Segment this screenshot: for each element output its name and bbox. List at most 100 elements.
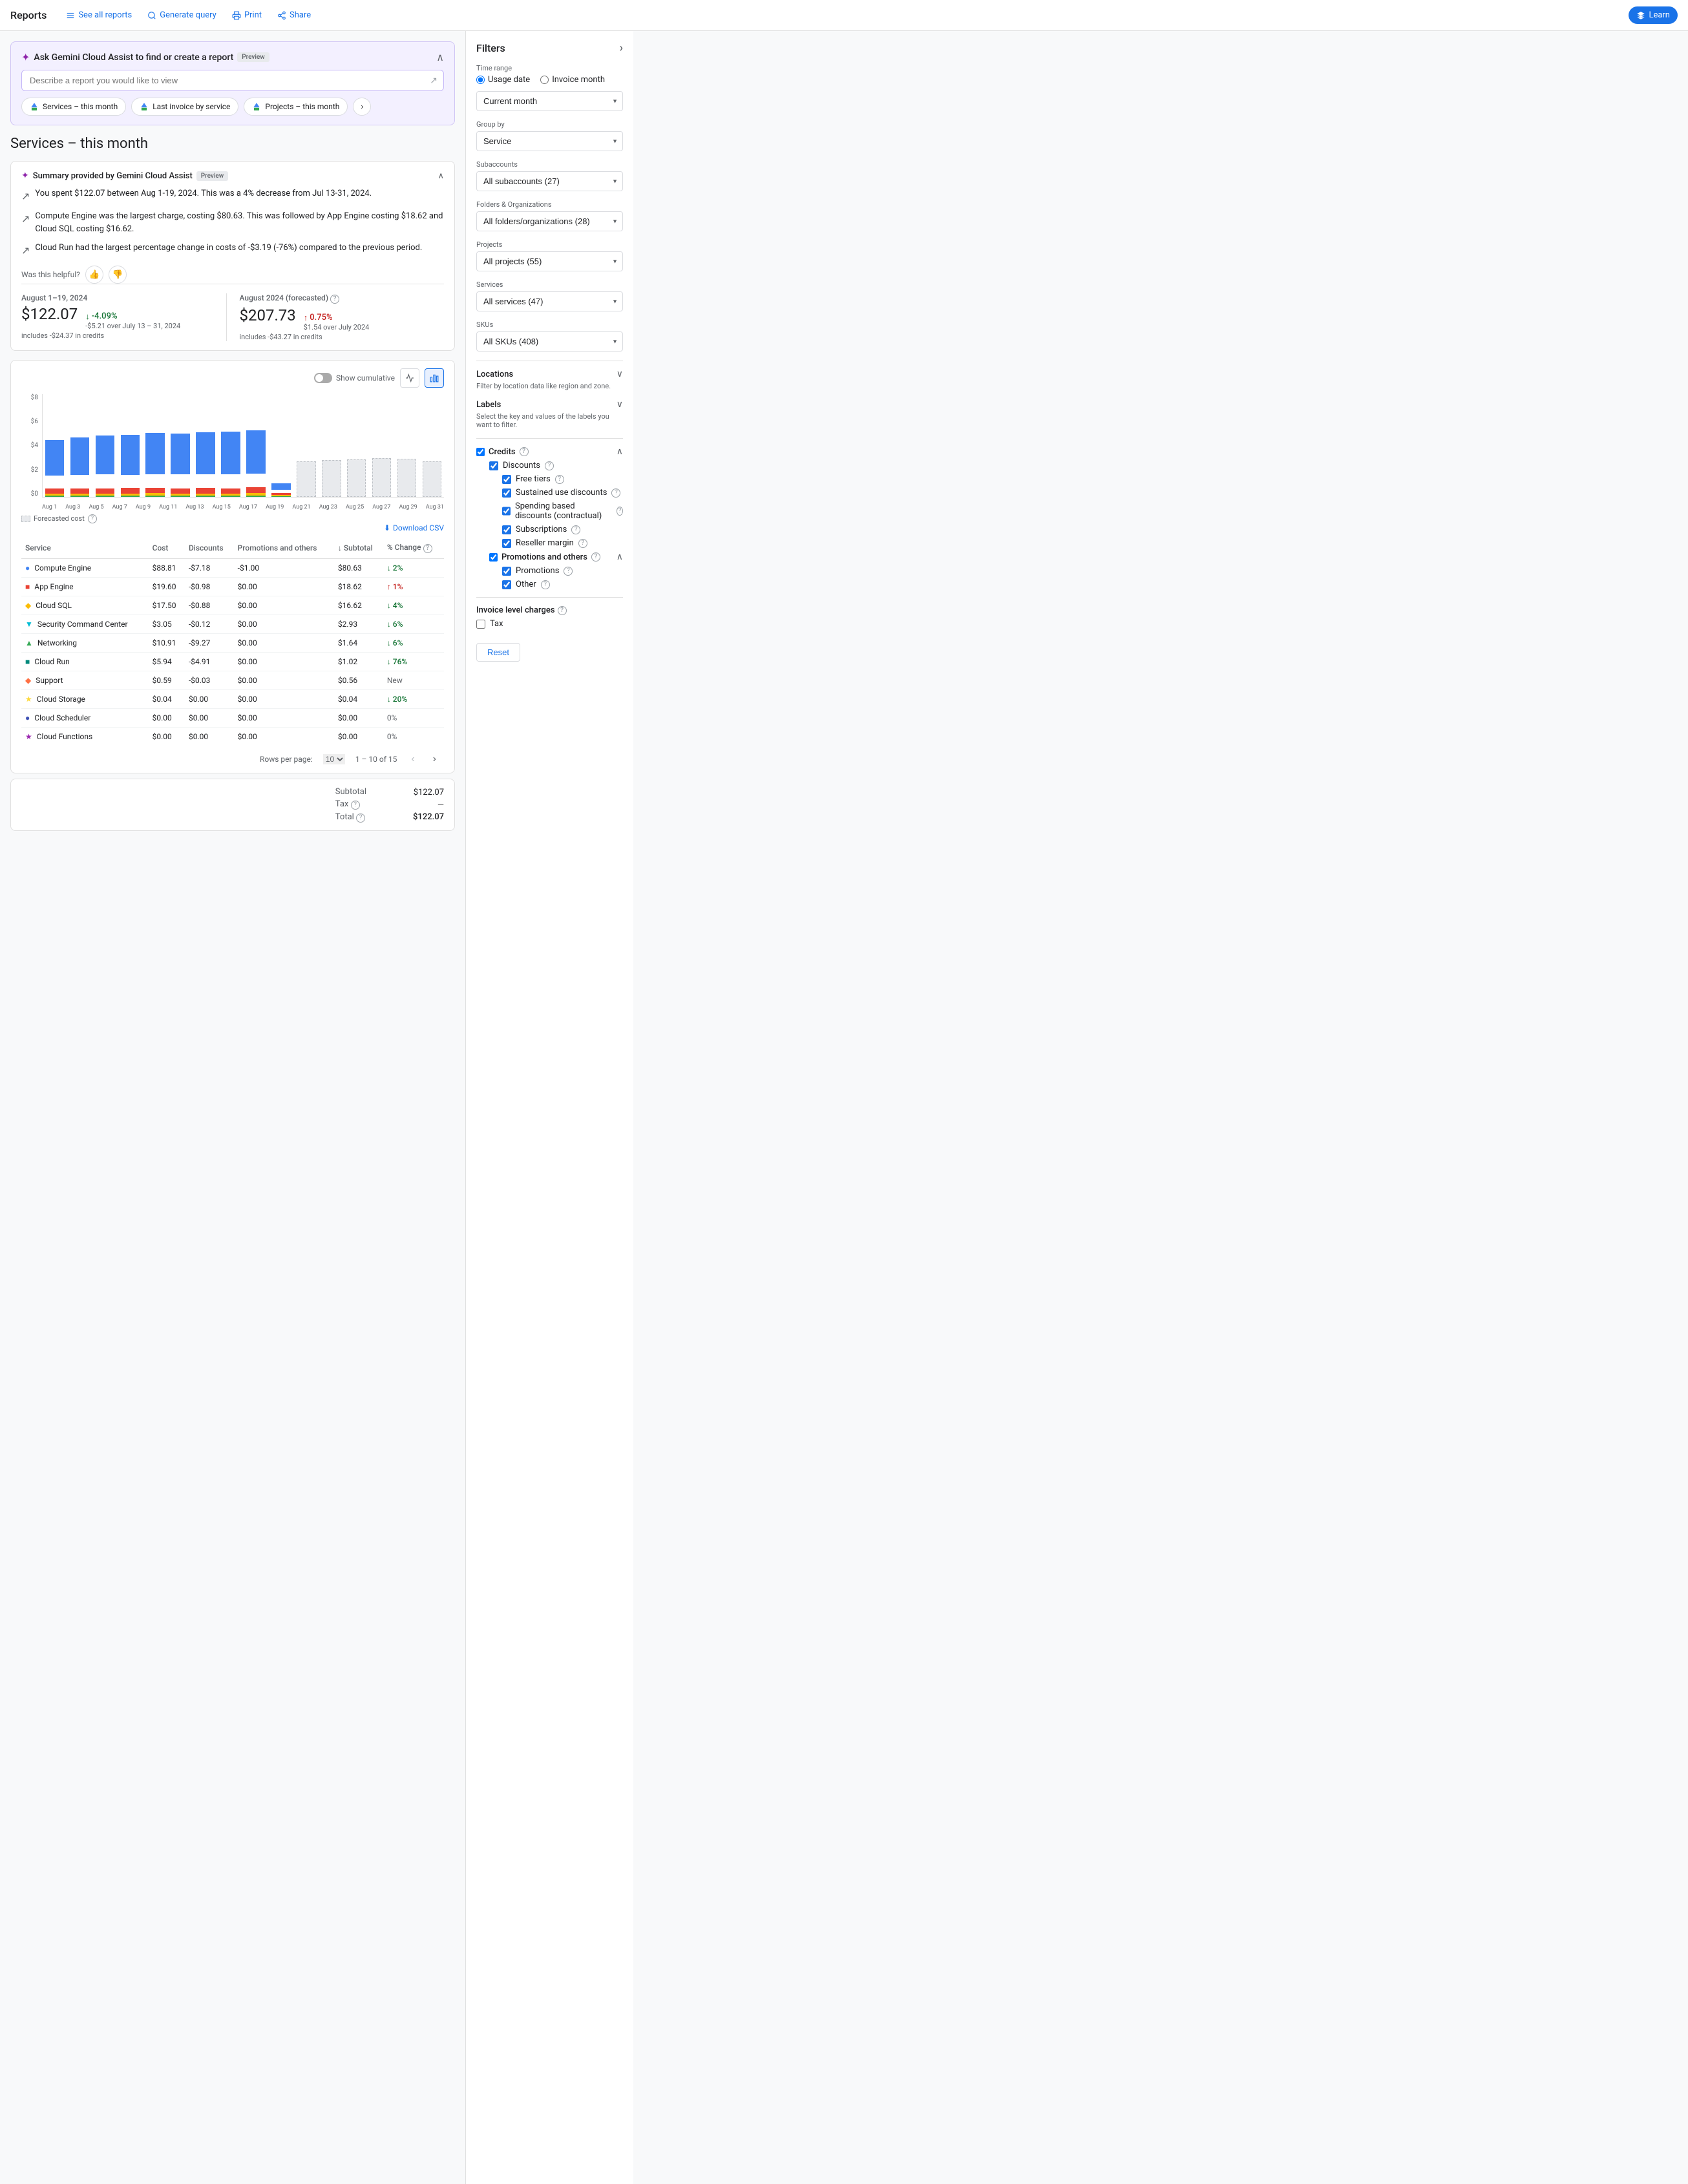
subscriptions-help[interactable]: ? <box>571 525 580 534</box>
promotions-label: Promotions <box>516 566 559 576</box>
thumbs-down-button[interactable]: 👎 <box>109 266 127 284</box>
th-subtotal[interactable]: ↓ Subtotal <box>334 538 383 559</box>
bar-segment-orange-4 <box>145 488 165 493</box>
reseller-help[interactable]: ? <box>578 539 587 548</box>
total-help-icon[interactable]: ? <box>356 814 365 823</box>
other-help[interactable]: ? <box>541 580 550 589</box>
reseller-checkbox[interactable] <box>502 539 511 548</box>
td-subtotal: $0.04 <box>334 689 383 708</box>
reset-button[interactable]: Reset <box>476 643 520 662</box>
quick-tab-invoice[interactable]: Last invoice by service <box>131 98 238 116</box>
credits-header[interactable]: Credits ? ∧ <box>476 446 623 457</box>
tax-help-icon[interactable]: ? <box>351 801 360 810</box>
services-select[interactable]: All services (47) <box>476 291 623 311</box>
td-subtotal: $2.93 <box>334 614 383 633</box>
spending-help[interactable]: ? <box>617 507 623 516</box>
projects-label: Projects <box>476 240 623 249</box>
change-help-icon[interactable]: ? <box>423 544 432 553</box>
bar-group-3 <box>118 394 142 497</box>
generate-query-link[interactable]: Generate query <box>141 6 223 24</box>
share-label: Share <box>290 10 311 20</box>
current-month-select[interactable]: Current month <box>476 91 623 111</box>
locations-header[interactable]: Locations ∨ <box>476 369 623 379</box>
sustained-checkbox[interactable] <box>502 488 511 498</box>
sustained-label: Sustained use discounts <box>516 488 607 498</box>
subaccounts-select[interactable]: All subaccounts (27) <box>476 171 623 191</box>
td-service: ★ Cloud Storage <box>21 689 149 708</box>
tax-checkbox[interactable] <box>476 620 485 629</box>
bar-chart-area <box>42 394 444 498</box>
spending-row: Spending based discounts (contractual) ? <box>502 501 623 521</box>
bar-group-6 <box>194 394 218 497</box>
promotions-others-checkbox[interactable] <box>489 553 498 562</box>
forecasted-help-icon[interactable]: ? <box>330 295 339 304</box>
discounts-help-icon[interactable]: ? <box>545 461 554 470</box>
summary-row-2: ↗ Compute Engine was the largest charge,… <box>21 210 444 237</box>
thumbs-up-button[interactable]: 👍 <box>85 266 103 284</box>
credits-checkbox[interactable] <box>476 448 485 456</box>
service-name: Networking <box>37 638 77 647</box>
gemini-input[interactable] <box>21 70 444 91</box>
locations-expand-icon: ∨ <box>617 369 623 379</box>
invoice-month-radio[interactable]: Invoice month <box>540 75 605 85</box>
promotions-others-help[interactable]: ? <box>591 552 600 562</box>
service-name: Support <box>36 676 63 685</box>
spending-checkbox[interactable] <box>502 507 511 516</box>
table-row: ▲ Networking $10.91 -$9.27 $0.00 $1.64 ↓… <box>21 633 444 652</box>
share-link[interactable]: Share <box>271 6 317 24</box>
credits-label-row: Credits ? <box>476 447 529 457</box>
change-val: ↓ 6% <box>387 620 403 629</box>
summary-collapse-icon[interactable]: ∧ <box>438 171 444 181</box>
folders-select[interactable]: All folders/organizations (28) <box>476 211 623 231</box>
skus-select[interactable]: All SKUs (408) <box>476 331 623 352</box>
promotions-others-header[interactable]: Promotions and others ? ∧ <box>489 552 623 562</box>
promotions-help[interactable]: ? <box>564 567 573 576</box>
quick-tab-services-label: Services – this month <box>43 102 118 111</box>
quick-tab-projects[interactable]: Projects – this month <box>244 98 348 116</box>
credits-help-icon[interactable]: ? <box>520 447 529 456</box>
bar-segment-orange-2 <box>96 488 115 494</box>
discounts-checkbox[interactable] <box>489 461 498 470</box>
td-change: ↓ 76% <box>383 652 444 671</box>
metric-current-subtitle: includes -$24.37 in credits <box>21 331 216 340</box>
projects-select[interactable]: All projects (55) <box>476 251 623 271</box>
invoice-charges-label-row: Invoice level charges ? <box>476 605 623 615</box>
invoice-month-radio-input[interactable] <box>540 76 549 84</box>
invoice-charges-help[interactable]: ? <box>558 606 567 615</box>
table-row: ◆ Cloud SQL $17.50 -$0.88 $0.00 $16.62 ↓… <box>21 596 444 614</box>
page-next-button[interactable]: › <box>429 752 440 766</box>
usage-date-radio[interactable]: Usage date <box>476 75 530 85</box>
other-checkbox[interactable] <box>502 580 511 589</box>
gemini-collapse-icon[interactable]: ∧ <box>436 51 444 63</box>
free-tiers-help[interactable]: ? <box>555 475 564 484</box>
line-chart-btn[interactable] <box>400 368 419 388</box>
page-prev-button[interactable]: ‹ <box>407 752 418 766</box>
filters-close-button[interactable]: › <box>620 41 623 55</box>
filter-time-range: Time range Usage date Invoice month Curr… <box>476 64 623 111</box>
gemini-submit-icon[interactable]: ↗ <box>430 76 438 86</box>
group-by-select[interactable]: Service <box>476 131 623 151</box>
quick-tabs-next[interactable]: › <box>353 98 371 116</box>
print-link[interactable]: Print <box>226 6 268 24</box>
usage-date-radio-input[interactable] <box>476 76 485 84</box>
bar-chart-btn[interactable] <box>425 368 444 388</box>
promotions-checkbox[interactable] <box>502 567 511 576</box>
filter-services: Services All services (47) <box>476 280 623 311</box>
free-tiers-checkbox[interactable] <box>502 475 511 484</box>
td-promotions: $0.00 <box>234 727 334 746</box>
forecasted-chart-help[interactable]: ? <box>88 514 97 523</box>
see-all-reports-link[interactable]: See all reports <box>59 6 138 24</box>
labels-header[interactable]: Labels ∨ <box>476 399 623 410</box>
show-cumulative-toggle[interactable]: Show cumulative <box>314 373 395 383</box>
sustained-help[interactable]: ? <box>611 488 620 498</box>
learn-button[interactable]: Learn <box>1629 6 1678 24</box>
rows-per-page-select[interactable]: 10 25 50 <box>323 754 345 764</box>
download-csv-link[interactable]: ⬇ Download CSV <box>384 523 444 532</box>
cumulative-switch[interactable] <box>314 373 332 383</box>
subscriptions-checkbox[interactable] <box>502 525 511 534</box>
y-label-0: $0 <box>31 490 38 498</box>
change-val: 0% <box>387 713 397 722</box>
quick-tab-services[interactable]: Services – this month <box>21 98 126 116</box>
subscriptions-row: Subscriptions ? <box>502 525 623 534</box>
chart-table-card: Show cumulative $8 $6 $4 <box>10 360 455 773</box>
